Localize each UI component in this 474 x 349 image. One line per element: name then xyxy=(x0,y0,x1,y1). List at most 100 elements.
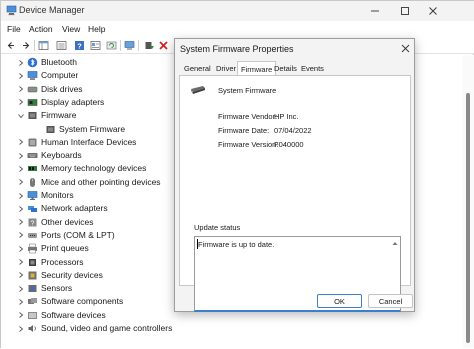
chevron-right-icon[interactable] xyxy=(17,231,25,240)
tree-item-label: Memory technology devices xyxy=(41,163,147,174)
forward-button[interactable] xyxy=(19,39,32,52)
chevron-right-icon[interactable] xyxy=(17,191,25,200)
forward-icon xyxy=(23,42,30,49)
details-view-button[interactable] xyxy=(89,39,102,52)
tree-item-label: Security devices xyxy=(41,269,103,280)
firmware-version-value: F040000 xyxy=(274,140,304,149)
device-manager-icon xyxy=(6,5,17,16)
menu-action[interactable]: Action xyxy=(29,24,53,34)
tab-events[interactable]: Events xyxy=(298,63,327,75)
tab-driver[interactable]: Driver xyxy=(213,63,239,75)
tab-general[interactable]: General xyxy=(181,63,214,75)
tree-item-label: System Firmware xyxy=(59,123,126,134)
tree-item-label: Processors xyxy=(41,256,84,267)
hid-icon xyxy=(28,138,37,147)
cancel-button[interactable]: Cancel xyxy=(368,294,413,308)
scroll-up-arrow[interactable] xyxy=(392,240,398,246)
ok-button[interactable]: OK xyxy=(317,294,362,308)
scan-hardware-icon xyxy=(124,41,135,50)
tree-item-label: Mice and other pointing devices xyxy=(41,176,161,187)
update-driver-button[interactable] xyxy=(143,39,156,52)
chevron-right-icon[interactable] xyxy=(17,71,25,80)
close-icon xyxy=(401,44,410,53)
maximize-button[interactable] xyxy=(391,1,419,21)
firmware-date-value: 07/04/2022 xyxy=(274,126,312,135)
dialog-close-button[interactable] xyxy=(399,42,412,55)
firmware-vendor-label: Firmware Vendor: xyxy=(218,112,278,121)
list-view-button[interactable] xyxy=(55,39,68,52)
firmware-chip-icon xyxy=(191,86,205,94)
chevron-right-icon[interactable] xyxy=(17,218,25,227)
chevron-right-icon[interactable] xyxy=(17,85,25,94)
bluetooth-icon xyxy=(27,57,38,68)
chevron-right-icon[interactable] xyxy=(17,58,25,67)
uninstall-button[interactable] xyxy=(157,39,170,52)
svg-text:?: ? xyxy=(77,42,82,51)
scan-hardware-button[interactable] xyxy=(123,39,136,52)
chevron-down-icon[interactable] xyxy=(17,111,25,120)
tree-item-label: Software devices xyxy=(41,309,106,320)
tab-details[interactable]: Details xyxy=(271,63,300,75)
minimize-icon xyxy=(371,10,379,12)
software-device-icon xyxy=(28,311,37,319)
computer-icon xyxy=(27,71,38,81)
chevron-right-icon[interactable] xyxy=(17,98,25,107)
menu-help[interactable]: Help xyxy=(88,24,105,34)
vertical-scrollbar[interactable] xyxy=(463,55,474,348)
chevron-right-icon[interactable] xyxy=(17,297,25,306)
help-button[interactable]: ? xyxy=(73,39,86,52)
device-name: System Firmware xyxy=(218,86,277,95)
firmware-version-label: Firmware Version: xyxy=(218,140,279,149)
chevron-right-icon[interactable] xyxy=(17,151,25,160)
chevron-right-icon[interactable] xyxy=(17,178,25,187)
dialog-title-bar: System Firmware Properties xyxy=(175,39,414,59)
chevron-right-icon[interactable] xyxy=(17,204,25,213)
firmware-icon xyxy=(28,112,37,120)
menu-view[interactable]: View xyxy=(62,24,80,34)
maximize-icon xyxy=(401,7,409,15)
tree-item-sound-video-and-game-controllers[interactable]: Sound, video and game controllers xyxy=(17,322,317,335)
minimize-button[interactable] xyxy=(361,1,389,21)
close-button[interactable] xyxy=(419,1,447,21)
tree-item-label: Print queues xyxy=(41,243,89,254)
chevron-right-icon[interactable] xyxy=(17,324,25,333)
chevron-right-icon[interactable] xyxy=(17,164,25,173)
tree-item-label: Display adapters xyxy=(41,96,105,107)
chevron-right-icon[interactable] xyxy=(17,138,25,147)
tree-item-label: Network adapters xyxy=(41,203,108,214)
printer-icon xyxy=(28,243,37,254)
tree-item-label: Computer xyxy=(41,70,79,81)
tree-item-label: Sound, video and game controllers xyxy=(41,323,173,333)
back-button[interactable] xyxy=(5,39,18,52)
refresh-button[interactable] xyxy=(105,39,118,52)
chevron-right-icon[interactable] xyxy=(17,284,25,293)
firmware-chip-icon xyxy=(46,125,55,133)
chevron-right-icon[interactable] xyxy=(17,271,25,280)
menu-file[interactable]: File xyxy=(7,24,21,34)
back-icon xyxy=(7,42,14,49)
tree-item-label: Software components xyxy=(41,296,124,307)
other-devices-icon: ? xyxy=(28,218,37,227)
dialog-tabs: General Driver Firmware Details Events xyxy=(179,61,411,76)
security-icon xyxy=(28,271,37,280)
memory-icon xyxy=(28,166,37,172)
chevron-right-icon[interactable] xyxy=(17,258,25,267)
update-status-label: Update status xyxy=(194,223,241,232)
mouse-icon xyxy=(30,177,35,187)
close-icon xyxy=(429,7,437,15)
display-adapter-icon xyxy=(27,99,38,106)
properties-dialog: System Firmware Properties General Drive… xyxy=(174,38,415,312)
window-title: Device Manager xyxy=(19,5,85,15)
software-component-icon xyxy=(28,298,37,305)
toolbar-separator xyxy=(120,40,121,51)
network-icon xyxy=(28,206,37,213)
sound-icon xyxy=(28,325,36,332)
chevron-right-icon[interactable] xyxy=(17,311,25,320)
chevron-up-icon xyxy=(392,241,398,245)
show-hide-console-tree-button[interactable] xyxy=(37,39,50,52)
scrollbar-thumb[interactable] xyxy=(466,93,470,343)
chevron-right-icon[interactable] xyxy=(17,244,25,253)
toolbar-separator xyxy=(138,40,139,51)
tree-item-label: Firmware xyxy=(41,110,77,121)
details-icon xyxy=(90,41,101,50)
